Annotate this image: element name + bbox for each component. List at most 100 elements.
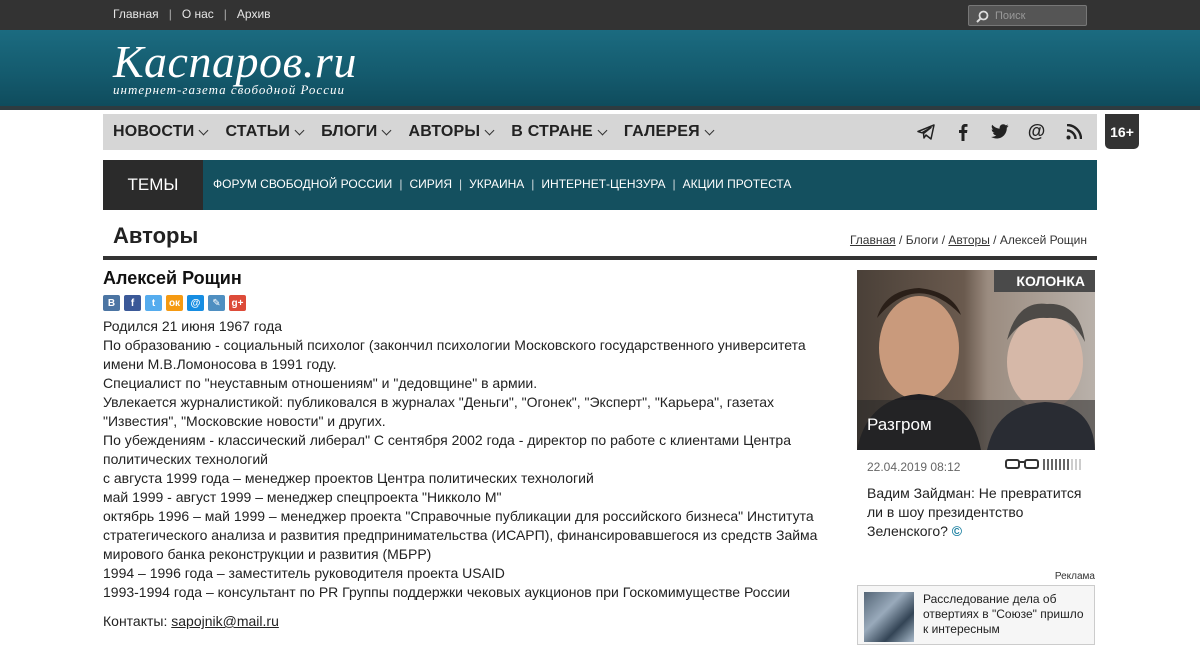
mailru-icon[interactable]: @ (187, 295, 204, 311)
featured-column: КОЛОНКА Разгром 22.04.2019 08:12 Вадим З… (857, 270, 1095, 545)
ad-block[interactable]: Расследование дела об отвертиях в "Союзе… (857, 585, 1095, 645)
chevron-down-icon (294, 125, 305, 135)
breadcrumb-separator: / (993, 233, 997, 247)
ad-text: Расследование дела об отвертиях в "Союзе… (923, 592, 1084, 636)
author-profile: Алексей Рощин Вf t ок @ ✎ g+ Родился 21 июня … (103, 268, 833, 629)
breadcrumb-current: Алексей Рощин (999, 233, 1087, 247)
chevron-down-icon (381, 125, 392, 135)
top-nav: Главная | О нас | Архив (113, 7, 271, 21)
theme-link[interactable]: АКЦИИ ПРОТЕСТА (683, 177, 792, 191)
menu-item-news[interactable]: НОВОСТИ (113, 123, 209, 141)
theme-link[interactable]: СИРИЯ (409, 177, 452, 191)
social-links: @ (916, 121, 1083, 141)
chevron-down-icon (704, 125, 715, 135)
search-input[interactable] (995, 8, 1083, 23)
rating-bars (1043, 458, 1081, 470)
theme-separator: | (531, 177, 535, 191)
menu-label: СТАТЬИ (225, 123, 291, 140)
contacts-label: Контакты: (103, 613, 168, 629)
topnav-home-link[interactable]: Главная (113, 7, 159, 21)
menu-item-blogs[interactable]: БЛОГИ (321, 123, 392, 141)
bio-line: По образованию - социальный психолог (за… (103, 337, 806, 372)
twitter-icon[interactable]: t (145, 295, 162, 311)
author-contacts: Контакты: sapojnik@mail.ru (103, 613, 833, 629)
menu-label: НОВОСТИ (113, 123, 195, 140)
logo-subtitle: интернет-газета свободной России (113, 82, 345, 97)
chevron-down-icon (597, 125, 608, 135)
theme-separator: | (459, 177, 463, 191)
breadcrumb-separator: / (899, 233, 903, 247)
bio-line: 1994 – 1996 года – заместитель руководит… (103, 565, 505, 581)
menu-item-authors[interactable]: АВТОРЫ (408, 123, 495, 141)
column-badge: КОЛОНКА (994, 270, 1095, 292)
bio-line: По убеждениям - классический либерал" С … (103, 432, 792, 467)
search-icon[interactable] (976, 10, 989, 23)
chevron-down-icon (484, 125, 495, 135)
ad-label: Реклама (1054, 571, 1095, 582)
breadcrumb: Главная / Блоги / Авторы / Алексей Рощин (850, 233, 1087, 247)
topnav-about-link[interactable]: О нас (182, 7, 214, 21)
column-caption: Разгром (857, 400, 1095, 450)
vk-icon[interactable]: В (103, 295, 120, 311)
theme-link[interactable]: ИНТЕРНЕТ-ЦЕНЗУРА (541, 177, 665, 191)
theme-separator: | (672, 177, 676, 191)
themes-label: ТЕМЫ (103, 160, 203, 210)
themes-bar: ТЕМЫ ФОРУМ СВОБОДНОЙ РОССИИ | СИРИЯ | УК… (103, 160, 1097, 210)
menu-label: В СТРАНЕ (511, 123, 593, 140)
menu-item-gallery[interactable]: ГАЛЕРЕЯ (623, 123, 715, 141)
telegram-icon[interactable] (916, 122, 935, 141)
column-title-link[interactable]: Вадим Зайдман: Не превратится ли в шоу п… (867, 485, 1082, 539)
site-header: Каспаров.ru интернет-газета свободной Ро… (0, 30, 1200, 110)
author-email-link[interactable]: sapojnik@mail.ru (171, 613, 279, 629)
logo-title: Каспаров.ru (113, 36, 357, 87)
themes-list: ФОРУМ СВОБОДНОЙ РОССИИ | СИРИЯ | УКРАИНА… (213, 177, 791, 191)
bio-line: Увлекается журналистикой: публиковался в… (103, 394, 774, 429)
title-divider (103, 256, 1097, 260)
column-rating (1005, 458, 1081, 470)
bio-line: май 1999 - август 1999 – менеджер спецпр… (103, 489, 502, 505)
topnav-separator: | (223, 7, 227, 21)
odnoklassniki-icon[interactable]: ок (166, 295, 183, 311)
bio-line: Специалист по "неуставным отношениям" и … (103, 375, 538, 391)
menu-label: ГАЛЕРЕЯ (623, 123, 700, 140)
twitter-icon[interactable] (990, 122, 1009, 141)
column-image[interactable]: КОЛОНКА Разгром (857, 270, 1095, 450)
main-menu: НОВОСТИ СТАТЬИ БЛОГИ АВТОРЫ В СТРАНЕ ГАЛ… (103, 114, 1097, 150)
email-at-icon[interactable]: @ (1027, 121, 1046, 141)
googleplus-icon[interactable]: g+ (229, 295, 246, 311)
rss-icon[interactable] (1064, 122, 1083, 141)
theme-link[interactable]: ФОРУМ СВОБОДНОЙ РОССИИ (213, 177, 392, 191)
age-rating-badge: 16+ (1105, 114, 1139, 149)
column-title: Вадим Зайдман: Не превратится ли в шоу п… (857, 480, 1095, 545)
author-name: Алексей Рощин (103, 268, 242, 288)
menu-item-articles[interactable]: СТАТЬИ (225, 123, 305, 141)
top-bar: Главная | О нас | Архив (0, 0, 1200, 30)
author-bio: Родился 21 июня 1967 года По образованию… (103, 317, 833, 602)
theme-link[interactable]: УКРАИНА (469, 177, 524, 191)
site-logo[interactable]: Каспаров.ru интернет-газета свободной Ро… (113, 36, 357, 98)
bio-line: октябрь 1996 – май 1999 – менеджер проек… (103, 508, 818, 562)
topnav-separator: | (168, 7, 172, 21)
bio-line: Родился 21 июня 1967 года (103, 318, 283, 334)
copyright-icon: © (951, 523, 963, 539)
breadcrumb-blogs: Блоги (905, 233, 939, 247)
breadcrumb-home-link[interactable]: Главная (850, 233, 896, 247)
column-meta: 22.04.2019 08:12 (857, 450, 1095, 480)
share-buttons: Вf t ок @ ✎ g+ (103, 295, 833, 311)
menu-label: АВТОРЫ (408, 123, 481, 140)
menu-item-country[interactable]: В СТРАНЕ (511, 123, 608, 141)
facebook-icon[interactable]: f (124, 295, 141, 311)
ad-image (864, 592, 914, 642)
breadcrumb-authors-link[interactable]: Авторы (948, 233, 989, 247)
bio-line: 1993-1994 года – консультант по PR Групп… (103, 584, 791, 600)
topnav-archive-link[interactable]: Архив (237, 7, 271, 21)
chevron-down-icon (198, 125, 209, 135)
livejournal-icon[interactable]: ✎ (208, 295, 225, 311)
search-box (968, 5, 1087, 26)
facebook-icon[interactable] (953, 122, 972, 141)
menu-label: БЛОГИ (321, 123, 378, 140)
bio-line: с августа 1999 года – менеджер проектов … (103, 470, 594, 486)
column-date: 22.04.2019 08:12 (867, 460, 961, 474)
page-title: Авторы (113, 223, 199, 248)
breadcrumb-separator: / (941, 233, 946, 247)
